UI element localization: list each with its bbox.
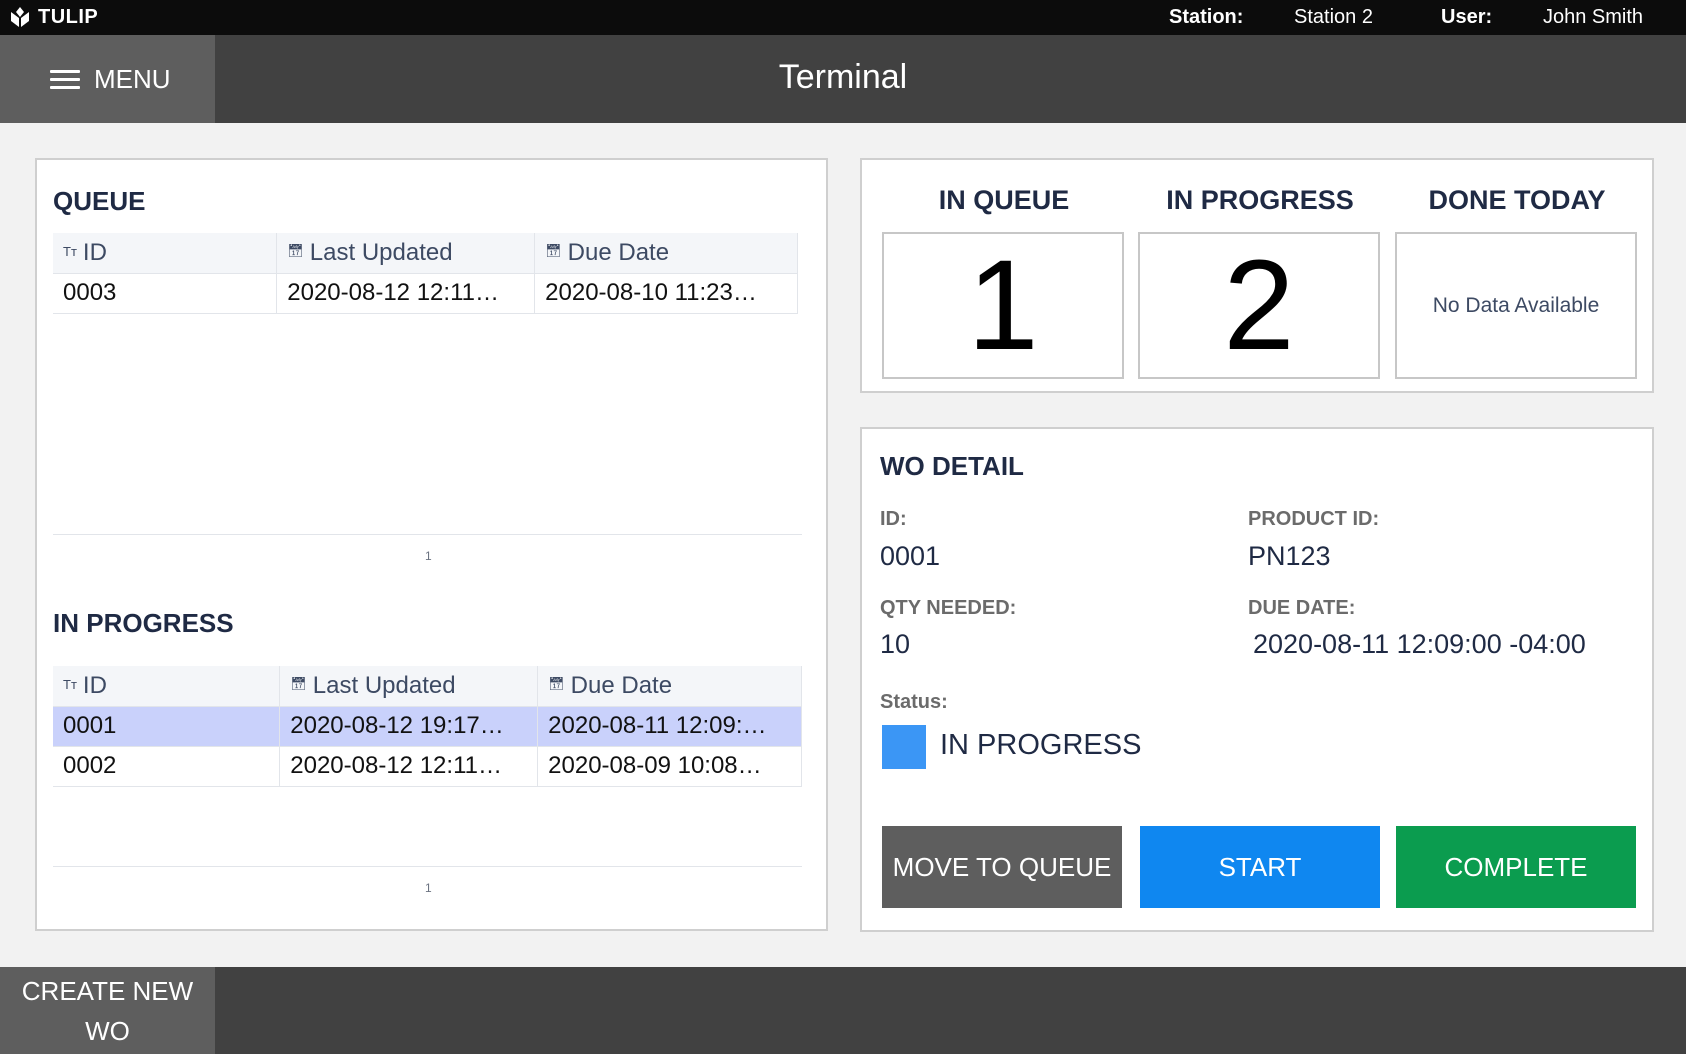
cell-due-date: 2020-08-11 12:09:…	[537, 706, 802, 747]
calendar-icon: 📅︎	[287, 243, 304, 259]
text-type-icon: Tт	[63, 243, 77, 259]
move-to-queue-button[interactable]: MOVE TO QUEUE	[882, 826, 1122, 908]
wo-id-label: ID:	[880, 508, 907, 530]
status-label: Status:	[880, 691, 948, 713]
cell-due-date: 2020-08-10 11:23…	[534, 273, 798, 314]
complete-button[interactable]: COMPLETE	[1396, 826, 1636, 908]
cell-last-updated: 2020-08-12 12:11…	[279, 746, 539, 787]
tulip-logo: TULIP	[8, 5, 98, 29]
tulip-logo-icon	[11, 7, 29, 27]
in-progress-count-box: 2	[1138, 232, 1380, 379]
create-new-wo-label-line2: WO	[85, 1016, 130, 1046]
app-header: MENU Terminal	[0, 35, 1686, 123]
wo-id-value: 0001	[880, 541, 941, 571]
create-new-wo-label-line1: CREATE NEW	[21, 976, 194, 1006]
page-title: Terminal	[778, 58, 908, 96]
done-today-count-box: No Data Available	[1395, 232, 1637, 379]
wo-detail-title: WO DETAIL	[880, 451, 1024, 481]
cell-id: 0001	[53, 706, 281, 747]
user-value: John Smith	[1543, 6, 1644, 28]
due-date-value: 2020-08-11 12:09:00 -04:00	[1253, 629, 1586, 659]
table-row[interactable]: 0003 2020-08-12 12:11… 2020-08-10 11:23…	[53, 273, 798, 314]
done-today-label: DONE TODAY	[1428, 185, 1606, 215]
cell-id: 0003	[53, 273, 278, 314]
column-header-last-updated[interactable]: 📅︎ Last Updated	[279, 666, 539, 707]
in-progress-header-row: Tт ID 📅︎ Last Updated 📅︎ Due Date	[53, 666, 802, 707]
product-id-value: PN123	[1248, 541, 1331, 571]
calendar-icon: 📅︎	[545, 243, 562, 259]
pager-divider	[53, 866, 802, 867]
queue-header-row: Tт ID 📅︎ Last Updated 📅︎ Due Date	[53, 233, 798, 274]
in-progress-page-number[interactable]: 1	[425, 881, 432, 895]
column-header-id[interactable]: Tт ID	[53, 666, 281, 707]
calendar-icon: 📅︎	[290, 676, 307, 692]
in-queue-count-box: 1	[882, 232, 1124, 379]
station-label: Station:	[1169, 6, 1244, 28]
qty-needed-label: QTY NEEDED:	[880, 597, 1017, 619]
queue-page-number[interactable]: 1	[425, 549, 432, 563]
counters-panel: IN QUEUE IN PROGRESS DONE TODAY 1 2 No D…	[860, 158, 1654, 393]
status-value: IN PROGRESS	[940, 729, 1142, 761]
table-row-selected[interactable]: 0001 2020-08-12 19:17… 2020-08-11 12:09:…	[53, 706, 802, 747]
queue-table: Tт ID 📅︎ Last Updated 📅︎ Due Date 0003 2020…	[53, 233, 798, 314]
status-color-swatch	[882, 725, 926, 769]
wo-detail-panel: WO DETAIL ID: 0001 PRODUCT ID: PN123 QTY…	[860, 427, 1654, 932]
in-progress-count-label: IN PROGRESS	[1166, 185, 1354, 215]
brand-name: TULIP	[38, 5, 99, 28]
pager-divider	[53, 534, 802, 535]
top-bar: TULIP Station: Station 2 User: John Smit…	[0, 0, 1686, 35]
cell-due-date: 2020-08-09 10:08…	[537, 746, 802, 787]
table-row[interactable]: 0002 2020-08-12 12:11… 2020-08-09 10:08…	[53, 746, 802, 787]
create-new-wo-button[interactable]: CREATE NEW WO	[0, 967, 215, 1054]
calendar-icon: 📅︎	[548, 676, 565, 692]
in-progress-table: Tт ID 📅︎ Last Updated 📅︎ Due Date 0001 2020…	[53, 666, 802, 787]
cell-last-updated: 2020-08-12 19:17…	[279, 706, 539, 747]
work-order-lists-panel: QUEUE Tт ID 📅︎ Last Updated 📅︎ Due Date 000…	[35, 158, 828, 931]
user-label: User:	[1441, 6, 1493, 28]
queue-title: QUEUE	[53, 186, 146, 216]
start-button[interactable]: START	[1140, 826, 1380, 908]
column-header-due-date[interactable]: 📅︎ Due Date	[537, 666, 802, 707]
in-progress-title: IN PROGRESS	[53, 608, 234, 638]
column-header-due-date[interactable]: 📅︎ Due Date	[534, 233, 798, 274]
in-queue-label: IN QUEUE	[938, 185, 1070, 215]
due-date-label: DUE DATE:	[1248, 597, 1356, 619]
done-today-empty: No Data Available	[1432, 293, 1600, 317]
column-header-id[interactable]: Tт ID	[53, 233, 278, 274]
footer-bar: CREATE NEW WO	[0, 967, 1686, 1054]
cell-id: 0002	[53, 746, 281, 787]
in-progress-count: 2	[1223, 233, 1295, 377]
station-value: Station 2	[1294, 6, 1373, 28]
cell-last-updated: 2020-08-12 12:11…	[276, 273, 536, 314]
qty-needed-value: 10	[880, 629, 911, 659]
text-type-icon: Tт	[63, 676, 77, 692]
in-queue-count: 1	[967, 233, 1039, 377]
column-header-last-updated[interactable]: 📅︎ Last Updated	[276, 233, 536, 274]
product-id-label: PRODUCT ID:	[1248, 508, 1380, 530]
